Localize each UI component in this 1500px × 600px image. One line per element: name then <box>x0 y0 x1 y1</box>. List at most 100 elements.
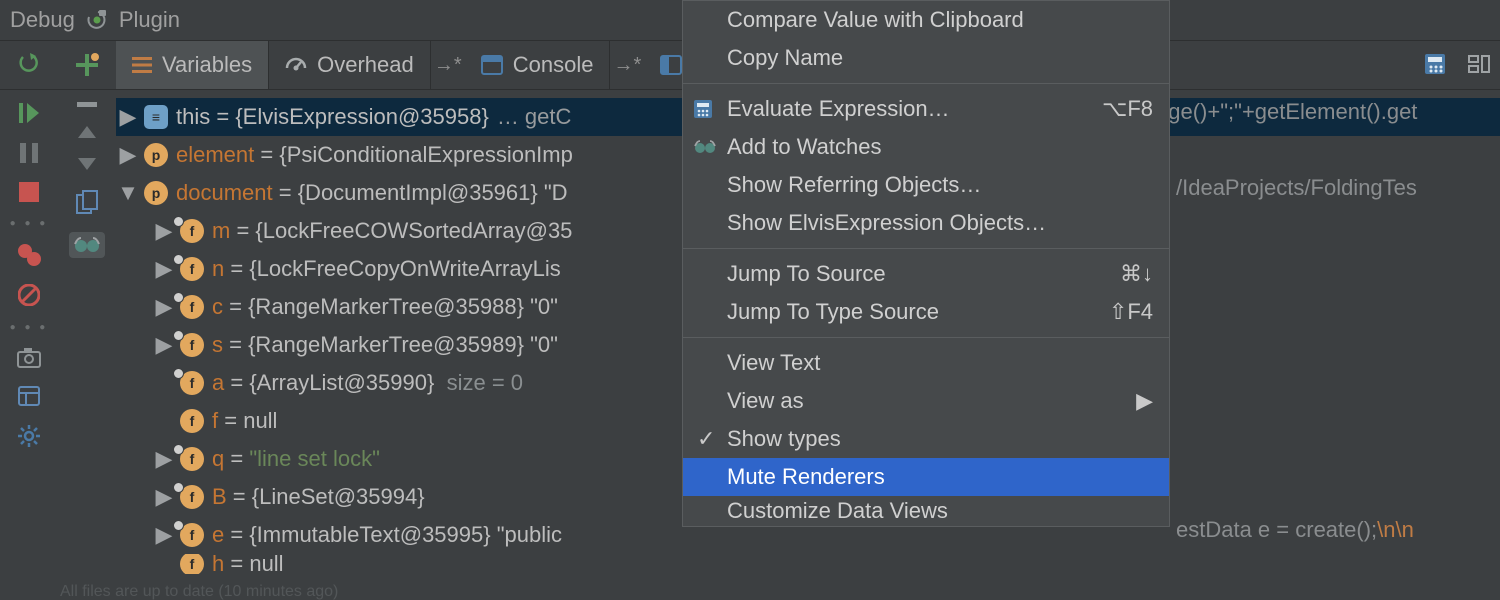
menu-add-to-watches[interactable]: Add to Watches <box>683 128 1169 166</box>
submenu-arrow-icon: ▶ <box>1136 388 1153 414</box>
menu-copy-name[interactable]: Copy Name <box>683 39 1169 77</box>
var-name: c <box>212 294 223 320</box>
tab-overhead-label: Overhead <box>317 52 414 78</box>
tab-variables[interactable]: Variables <box>116 41 269 89</box>
layout-settings-icon[interactable] <box>18 386 40 406</box>
var-value: null <box>249 554 283 574</box>
code-fragment: /IdeaProjects/FoldingTes <box>1176 175 1417 201</box>
var-tail: … getC <box>497 104 572 130</box>
pin-icon[interactable]: →* <box>431 41 465 89</box>
var-value: {LineSet@35994} <box>252 484 425 510</box>
tab-overhead[interactable]: Overhead <box>269 41 431 89</box>
variables-icon <box>132 55 152 75</box>
context-menu: Compare Value with Clipboard Copy Name E… <box>682 0 1170 527</box>
code-fragment: nge()+";"+getElement().get <box>1156 99 1417 125</box>
checkmark-icon: ✓ <box>697 426 715 452</box>
menu-view-text[interactable]: View Text <box>683 344 1169 382</box>
var-value: {PsiConditionalExpressionImp <box>279 142 573 168</box>
settings-gear-icon[interactable] <box>17 424 41 448</box>
pause-icon[interactable] <box>20 142 38 164</box>
menu-show-class-objects[interactable]: Show ElvisExpression Objects… <box>683 204 1169 242</box>
var-value: {LockFreeCopyOnWriteArrayLis <box>249 256 560 282</box>
tab-console[interactable]: Console <box>465 41 611 89</box>
menu-separator <box>683 337 1169 338</box>
copy-icon[interactable] <box>76 190 98 214</box>
property-icon: p <box>144 143 168 167</box>
property-icon: p <box>144 181 168 205</box>
console-icon <box>481 55 503 75</box>
var-name: s <box>212 332 223 358</box>
menu-jump-to-type-source[interactable]: Jump To Type Source⇧F4 <box>683 293 1169 331</box>
log-file-icon <box>660 55 682 75</box>
status-bar: All files are up to date (10 minutes ago… <box>0 582 1500 600</box>
var-name: e <box>212 522 224 548</box>
pin-icon[interactable]: →* <box>610 41 644 89</box>
var-name: n <box>212 256 224 282</box>
menu-evaluate-expression[interactable]: Evaluate Expression…⌥F8 <box>683 90 1169 128</box>
overhead-icon <box>285 54 307 76</box>
menu-view-as[interactable]: View as▶ <box>683 382 1169 420</box>
resume-icon[interactable] <box>19 102 39 124</box>
menu-jump-to-source[interactable]: Jump To Source⌘↓ <box>683 255 1169 293</box>
var-name: q <box>212 446 224 472</box>
var-size: size = 0 <box>447 370 523 396</box>
var-row-h[interactable]: f h = null <box>116 554 1500 574</box>
toolbar-right <box>1424 53 1490 75</box>
glasses-icon <box>693 139 717 155</box>
debug-label: Debug <box>10 7 75 33</box>
shortcut-label: ⇧F4 <box>1109 299 1153 325</box>
calculator-icon <box>693 99 713 119</box>
menu-show-referring[interactable]: Show Referring Objects… <box>683 166 1169 204</box>
var-name: m <box>212 218 230 244</box>
debug-left-rail: ● ● ● ● ● ● <box>0 90 58 582</box>
var-name: this <box>176 104 210 130</box>
rail-separator: ● ● ● <box>0 220 58 226</box>
watches-rail <box>58 90 116 582</box>
mute-breakpoints-icon[interactable] <box>18 284 40 306</box>
menu-compare-clipboard[interactable]: Compare Value with Clipboard <box>683 1 1169 39</box>
var-value: {ImmutableText@35995} "public <box>249 522 562 548</box>
menu-customize-data-views[interactable]: Customize Data Views <box>683 496 1169 526</box>
var-value: {RangeMarkerTree@35989} "0" <box>248 332 558 358</box>
object-icon: ≡ <box>144 105 168 129</box>
var-name: element <box>176 142 254 168</box>
remove-icon[interactable] <box>77 102 97 108</box>
tab-console-label: Console <box>513 52 594 78</box>
var-value: {DocumentImpl@35961} "D <box>298 180 568 206</box>
field-icon: f <box>180 554 204 574</box>
var-value: {LockFreeCOWSortedArray@35 <box>255 218 572 244</box>
rerun-icon[interactable] <box>0 41 58 89</box>
shortcut-label: ⌥F8 <box>1102 96 1153 122</box>
var-name: B <box>212 484 227 510</box>
field-icon: f <box>180 409 204 433</box>
layout-icon[interactable] <box>1468 53 1490 75</box>
code-fragment: estData e = create();\n\n <box>1176 517 1414 543</box>
plugin-label: Plugin <box>119 7 180 33</box>
breakpoints-icon[interactable] <box>17 244 41 266</box>
var-name: document <box>176 180 273 206</box>
var-value: "line set lock" <box>249 446 380 472</box>
shortcut-label: ⌘↓ <box>1120 261 1153 287</box>
var-value: {ElvisExpression@35958} <box>235 104 488 130</box>
menu-show-types[interactable]: ✓Show types <box>683 420 1169 458</box>
move-down-icon[interactable] <box>78 158 96 172</box>
var-name: a <box>212 370 224 396</box>
plugin-icon <box>87 10 109 30</box>
menu-separator <box>683 248 1169 249</box>
tab-variables-label: Variables <box>162 52 252 78</box>
calculator-icon[interactable] <box>1424 53 1446 75</box>
collapse-icon[interactable]: ▼ <box>116 180 140 206</box>
expand-icon[interactable]: ▶ <box>116 142 140 168</box>
add-watch-icon[interactable] <box>58 41 116 89</box>
camera-icon[interactable] <box>17 348 41 368</box>
rail-separator: ● ● ● <box>0 324 58 330</box>
menu-mute-renderers[interactable]: Mute Renderers <box>683 458 1169 496</box>
move-up-icon[interactable] <box>78 126 96 140</box>
var-value: {RangeMarkerTree@35988} "0" <box>248 294 558 320</box>
status-text: All files are up to date (10 minutes ago… <box>60 583 338 600</box>
var-name: h <box>212 554 224 574</box>
expand-icon[interactable]: ▶ <box>116 104 140 130</box>
glasses-icon[interactable] <box>69 232 105 258</box>
var-value: null <box>243 408 277 434</box>
stop-icon[interactable] <box>19 182 39 202</box>
